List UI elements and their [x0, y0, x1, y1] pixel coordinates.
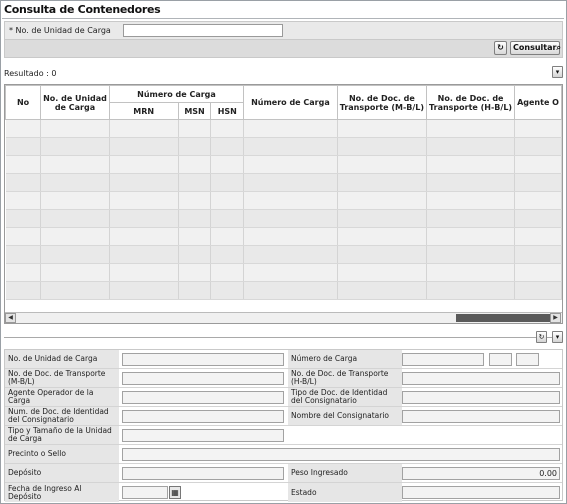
col-header-hbl-l1: No. de Doc. de [437, 93, 504, 103]
detail-row-3: Agente Operador de la Carga Tipo de Doc.… [5, 388, 562, 407]
doc-mbl-field[interactable] [122, 372, 284, 385]
calendar-button[interactable]: ▦ [169, 486, 181, 499]
page-title: Consulta de Contenedores [4, 3, 161, 16]
num-doc-consignatario-field[interactable] [122, 410, 284, 423]
col-header-unidad-l2: de Carga [54, 102, 96, 112]
table-row [5, 191, 562, 210]
table-row [5, 119, 562, 138]
col-header-unidad-l1: No. de Unidad [43, 93, 107, 103]
consultar-button-label: Consultar [513, 43, 557, 52]
consultar-button[interactable]: Consultar⌕ [510, 41, 561, 55]
detail-row-2: No. de Doc. de Transporte (M-B/L) No. de… [5, 369, 562, 388]
agente-operador-label: Agente Operador de la Carga [5, 388, 119, 406]
scrollbar-thumb[interactable] [456, 314, 550, 322]
arrow-left-icon: ◀ [8, 314, 13, 321]
results-table: No No. de Unidad de Carga Número de Carga… [5, 85, 562, 300]
horizontal-scrollbar[interactable]: ◀ ▶ [5, 312, 562, 323]
detail-form: No. de Unidad de Carga Número de Carga N… [4, 349, 563, 502]
numero-carga-hsn-field[interactable] [516, 353, 539, 366]
table-row [5, 155, 562, 174]
results-grid: No No. de Unidad de Carga Número de Carga… [4, 84, 563, 324]
detail-row-6: Precinto o Sello [5, 445, 562, 464]
scroll-left-button[interactable]: ◀ [5, 313, 16, 323]
doc-hbl-label: No. de Doc. de Transporte (H-B/L) [288, 369, 402, 387]
numero-carga-msn-field[interactable] [489, 353, 512, 366]
numero-carga-mrn-field[interactable] [402, 353, 484, 366]
col-header-doc-hbl[interactable]: No. de Doc. de Transporte (H-B/L) [426, 85, 516, 120]
col-header-mbl-l2: Transporte (M-B/L) [339, 102, 425, 112]
chevron-down-icon: ▾ [555, 68, 560, 76]
tipo-tamano-field[interactable] [122, 429, 284, 442]
unidad-carga-search-input[interactable] [123, 24, 283, 37]
detail-options-button[interactable]: ▾ [552, 331, 563, 343]
title-divider [2, 18, 564, 19]
table-row [5, 137, 562, 156]
table-row [5, 245, 562, 264]
tipo-doc-consignatario-field[interactable] [402, 391, 560, 404]
precinto-field[interactable] [122, 448, 560, 461]
arrow-right-icon: ▶ [553, 314, 558, 321]
reset-button[interactable]: ↻ [494, 41, 507, 55]
doc-mbl-label: No. de Doc. de Transporte (M-B/L) [5, 369, 119, 387]
numero-carga-label: Número de Carga [288, 350, 402, 368]
search-icon: ⌕ [556, 43, 561, 52]
col-header-hbl-l2: Transporte (H-B/L) [429, 102, 513, 112]
deposito-label: Depósito [5, 464, 119, 482]
col-header-msn[interactable]: MSN [177, 102, 212, 120]
col-header-mrn[interactable]: MRN [108, 102, 179, 120]
calendar-icon: ▦ [171, 488, 179, 497]
section-divider [4, 337, 563, 338]
doc-hbl-field[interactable] [402, 372, 560, 385]
search-button-bar: ↻ Consultar⌕ [4, 40, 563, 58]
col-header-doc-mbl[interactable]: No. de Doc. de Transporte (M-B/L) [336, 85, 428, 120]
nombre-consignatario-label: Nombre del Consignatario [288, 407, 402, 425]
deposito-field[interactable] [122, 467, 284, 480]
tipo-tamano-label: Tipo y Tamaño de la Unidad de Carga [5, 426, 119, 444]
unidad-carga-field[interactable] [122, 353, 284, 366]
fecha-ingreso-label: Fecha de Ingreso Al Depósito [5, 483, 119, 502]
result-count: Resultado : 0 [4, 69, 57, 78]
detail-row-5: Tipo y Tamaño de la Unidad de Carga [5, 426, 562, 445]
col-group-numero-carga: Número de Carga [108, 85, 245, 103]
num-doc-consignatario-label: Num. de Doc. de Identidad del Consignata… [5, 407, 119, 425]
table-row [5, 281, 562, 300]
grid-options-button[interactable]: ▾ [552, 66, 563, 78]
detail-row-4: Num. de Doc. de Identidad del Consignata… [5, 407, 562, 426]
detail-refresh-button[interactable]: ↻ [536, 331, 547, 343]
detail-row-7: Depósito Peso Ingresado 0.00 [5, 464, 562, 483]
col-header-no[interactable]: No [5, 85, 42, 120]
estado-label: Estado [288, 483, 402, 502]
fecha-ingreso-field[interactable] [122, 486, 168, 499]
precinto-label: Precinto o Sello [5, 445, 119, 463]
refresh-icon: ↻ [497, 43, 504, 52]
agente-operador-field[interactable] [122, 391, 284, 404]
scroll-right-button[interactable]: ▶ [550, 313, 561, 323]
table-row [5, 263, 562, 282]
tipo-doc-consignatario-label: Tipo de Doc. de Identidad del Consignata… [288, 388, 402, 406]
table-row [5, 173, 562, 192]
col-header-unidad-carga[interactable]: No. de Unidad de Carga [40, 85, 110, 120]
results-body [5, 119, 562, 300]
estado-field[interactable] [402, 486, 560, 499]
chevron-down-icon: ▾ [555, 333, 560, 341]
nombre-consignatario-field[interactable] [402, 410, 560, 423]
table-row [5, 227, 562, 246]
detail-row-1: No. de Unidad de Carga Número de Carga [5, 350, 562, 369]
unidad-carga-label: No. de Unidad de Carga [5, 350, 119, 368]
unidad-carga-search-label: * No. de Unidad de Carga [9, 26, 111, 35]
table-row [5, 209, 562, 228]
peso-ingresado-label: Peso Ingresado [288, 464, 402, 482]
col-header-mbl-l1: No. de Doc. de [348, 93, 415, 103]
col-header-hsn[interactable]: HSN [210, 102, 245, 120]
search-panel: * No. de Unidad de Carga [4, 21, 563, 40]
peso-ingresado-field[interactable]: 0.00 [402, 467, 560, 480]
col-header-numero-carga[interactable]: Número de Carga [243, 85, 338, 120]
refresh-icon: ↻ [538, 333, 545, 341]
detail-row-8: Fecha de Ingreso Al Depósito ▦ Estado [5, 483, 562, 502]
col-header-agente[interactable]: Agente O [514, 85, 562, 120]
